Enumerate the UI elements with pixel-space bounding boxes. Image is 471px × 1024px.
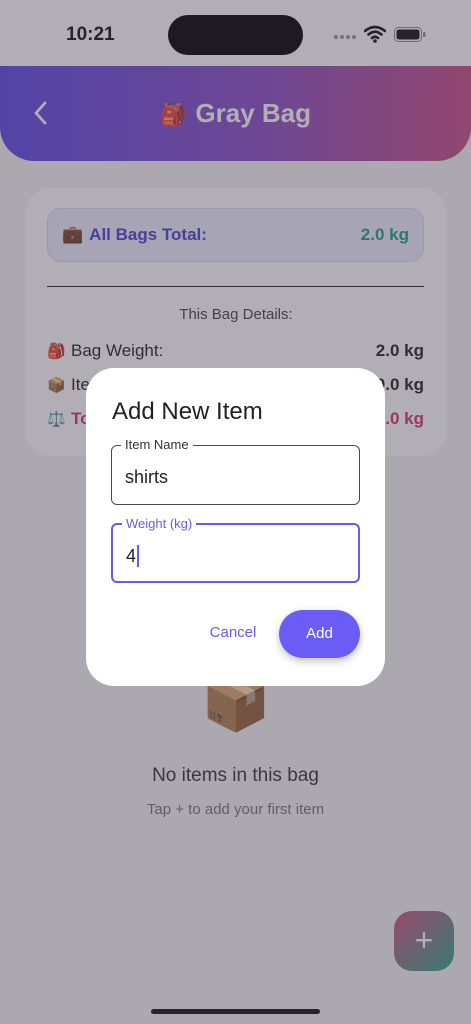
add-item-dialog: Add New Item Item Name shirts Weight (kg… <box>86 368 385 686</box>
item-name-label: Item Name <box>121 437 193 453</box>
text-cursor <box>137 545 140 567</box>
item-name-field[interactable]: Item Name shirts <box>111 437 360 505</box>
dialog-title: Add New Item <box>112 398 263 425</box>
cancel-button[interactable]: Cancel <box>198 620 268 646</box>
weight-label: Weight (kg) <box>122 516 197 532</box>
add-button[interactable]: Add <box>279 610 360 658</box>
weight-input[interactable]: 4 <box>126 545 140 567</box>
item-name-input[interactable]: shirts <box>125 466 168 488</box>
weight-field[interactable]: Weight (kg) 4 <box>111 516 360 583</box>
weight-input-value: 4 <box>126 546 137 566</box>
